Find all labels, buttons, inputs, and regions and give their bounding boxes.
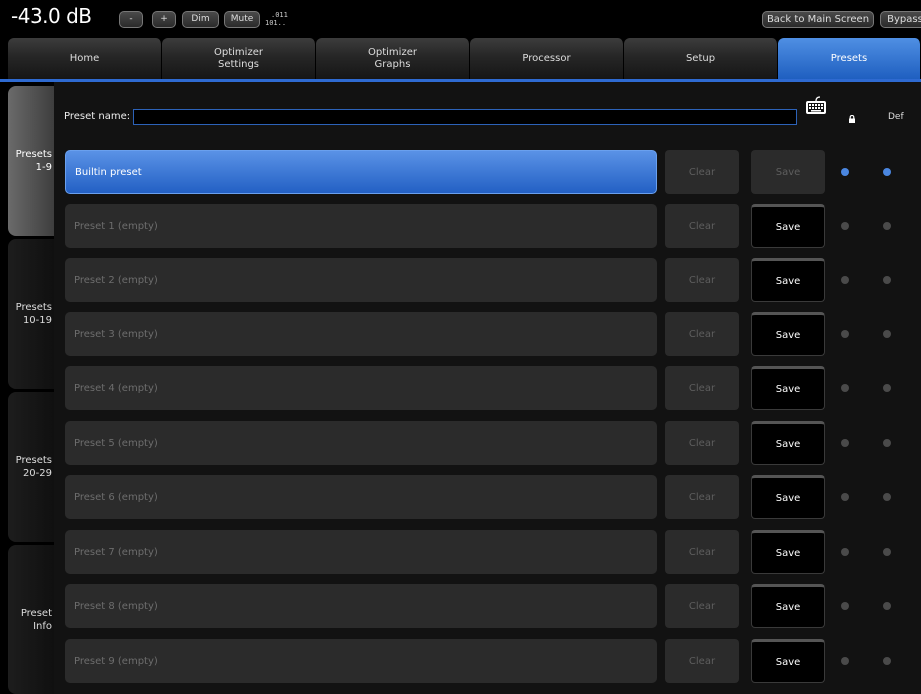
default-indicator[interactable] [883,384,891,392]
save-button[interactable]: Save [751,204,825,248]
default-indicator[interactable] [883,222,891,230]
clear-button[interactable]: Clear [665,204,739,248]
back-to-main-screen-button[interactable]: Back to Main Screen [762,11,874,28]
volume-down-button[interactable]: - [119,11,143,28]
volume-up-button[interactable]: + [152,11,176,28]
tab-setup[interactable]: Setup [624,38,778,79]
preset-name-field[interactable]: Preset 1 (empty) [65,204,657,248]
preset-row: Preset 9 (empty) Clear Save [54,639,921,685]
side-tab-presets-1-9[interactable]: Presets 1-9 [8,86,54,236]
save-button[interactable]: Save [751,421,825,465]
clear-button[interactable]: Clear [665,421,739,465]
default-indicator[interactable] [883,439,891,447]
output-level-readout: -43.0 dB [11,4,92,28]
save-button[interactable]: Save [751,150,825,194]
preset-name-field[interactable]: Builtin preset [65,150,657,194]
save-button[interactable]: Save [751,312,825,356]
keyboard-icon[interactable] [804,94,828,118]
lock-indicator[interactable] [841,330,849,338]
clear-button[interactable]: Clear [665,584,739,628]
preset-row: Preset 1 (empty) Clear Save [54,204,921,250]
save-button[interactable]: Save [751,639,825,683]
clear-button[interactable]: Clear [665,475,739,519]
default-indicator[interactable] [883,602,891,610]
default-indicator[interactable] [883,548,891,556]
lock-indicator[interactable] [841,168,849,176]
side-tab-preset-info[interactable]: Preset Info [8,545,54,694]
clear-button[interactable]: Clear [665,530,739,574]
preset-row: Preset 4 (empty) Clear Save [54,366,921,412]
save-button[interactable]: Save [751,258,825,302]
preset-name-input[interactable] [133,109,797,125]
tab-home[interactable]: Home [8,38,162,79]
lock-indicator[interactable] [841,384,849,392]
bit-indicator-line-1: .011 [271,11,288,19]
clear-button[interactable]: Clear [665,258,739,302]
save-button[interactable]: Save [751,366,825,410]
clear-button[interactable]: Clear [665,150,739,194]
lock-indicator[interactable] [841,602,849,610]
preset-row: Preset 8 (empty) Clear Save [54,584,921,630]
lock-indicator[interactable] [841,276,849,284]
lock-indicator[interactable] [841,222,849,230]
default-column-label: Def [888,112,904,122]
preset-row: Preset 2 (empty) Clear Save [54,258,921,304]
clear-button[interactable]: Clear [665,366,739,410]
side-nav: Presets 1-9 Presets 10-19 Presets 20-29 … [0,82,54,694]
bit-indicator: .011 101.. [265,11,288,27]
lock-indicator[interactable] [841,439,849,447]
tab-optimizer-settings[interactable]: Optimizer Settings [162,38,316,79]
save-button[interactable]: Save [751,475,825,519]
preset-row: Preset 3 (empty) Clear Save [54,312,921,358]
save-button[interactable]: Save [751,530,825,574]
mute-button[interactable]: Mute [224,11,260,28]
preset-name-field[interactable]: Preset 4 (empty) [65,366,657,410]
presets-panel: Preset name: Def Builtin preset Clear Sa… [54,82,921,694]
top-bar: -43.0 dB - + Dim Mute .011 101.. Back to… [0,0,921,38]
bit-indicator-line-2: 101.. [265,19,287,27]
tab-optimizer-graphs[interactable]: Optimizer Graphs [316,38,470,79]
tab-presets[interactable]: Presets [778,38,921,79]
preset-name-field[interactable]: Preset 6 (empty) [65,475,657,519]
preset-row: Builtin preset Clear Save [54,150,921,196]
default-indicator[interactable] [883,330,891,338]
preset-name-field[interactable]: Preset 7 (empty) [65,530,657,574]
default-indicator[interactable] [883,493,891,501]
dim-button[interactable]: Dim [182,11,219,28]
default-indicator[interactable] [883,657,891,665]
lock-icon [849,115,855,123]
default-indicator[interactable] [883,276,891,284]
side-tab-presets-10-19[interactable]: Presets 10-19 [8,239,54,389]
preset-name-field[interactable]: Preset 9 (empty) [65,639,657,683]
preset-name-field[interactable]: Preset 3 (empty) [65,312,657,356]
lock-indicator[interactable] [841,548,849,556]
preset-name-field[interactable]: Preset 2 (empty) [65,258,657,302]
save-button[interactable]: Save [751,584,825,628]
preset-name-field[interactable]: Preset 5 (empty) [65,421,657,465]
preset-name-label: Preset name: [64,111,131,122]
default-indicator[interactable] [883,168,891,176]
clear-button[interactable]: Clear [665,639,739,683]
preset-row: Preset 7 (empty) Clear Save [54,530,921,576]
preset-row: Preset 6 (empty) Clear Save [54,475,921,521]
bypass-button[interactable]: Bypass [880,11,921,28]
preset-row: Preset 5 (empty) Clear Save [54,421,921,467]
main-tabs: Home Optimizer Settings Optimizer Graphs… [0,38,921,79]
side-tab-presets-20-29[interactable]: Presets 20-29 [8,392,54,542]
preset-name-field[interactable]: Preset 8 (empty) [65,584,657,628]
tab-processor[interactable]: Processor [470,38,624,79]
lock-indicator[interactable] [841,657,849,665]
clear-button[interactable]: Clear [665,312,739,356]
lock-indicator[interactable] [841,493,849,501]
